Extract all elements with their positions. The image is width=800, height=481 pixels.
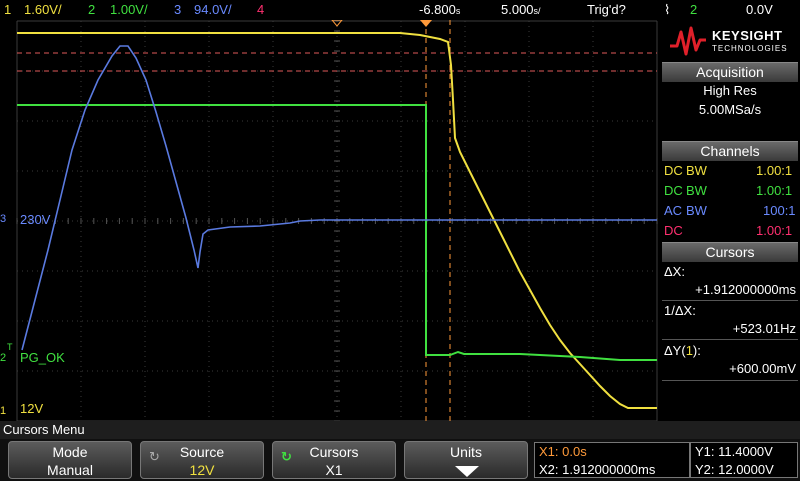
ch4-number[interactable]: 4	[257, 2, 264, 18]
trigger-level[interactable]: 0.0V	[746, 2, 773, 18]
y1-readout: Y1: 11.4000V	[695, 444, 773, 459]
x2-readout: X2: 1.912000000ms	[539, 462, 656, 477]
acquisition-header: Acquisition	[662, 62, 798, 82]
horizontal-delay[interactable]: -6.800s	[419, 2, 460, 19]
menu-title: Cursors Menu	[0, 421, 800, 439]
status-bar: 1 1.60V/ 2 1.00V/ 3 94.0V/ 4 -6.800s 5.0…	[0, 0, 800, 20]
trigger-channel[interactable]: 2	[690, 2, 697, 18]
ch2-label: PG_OK	[20, 350, 65, 365]
ch1-number[interactable]: 1	[4, 2, 11, 18]
graticule	[16, 20, 658, 422]
ch1-label: 12V	[20, 401, 43, 416]
softkey-bar: Mode Manual ↻ Source 12V ↻ Cursors X1 Un…	[0, 439, 800, 481]
cursor-x-readout: X1: 0.0s X2: 1.912000000ms	[534, 442, 690, 478]
ch3-trace	[21, 45, 657, 351]
trigger-level-marker: T	[7, 342, 13, 352]
sample-rate: 5.00MSa/s	[698, 102, 762, 117]
keysight-logo: KEYSIGHT TECHNOLOGIES	[662, 22, 798, 60]
keysight-wave-icon	[670, 26, 706, 56]
ch1-ground-marker: 1	[0, 405, 6, 417]
ch2-ground-marker: 2	[0, 352, 6, 364]
falling-edge-icon: ⌇	[664, 2, 671, 17]
y2-readout: Y2: 12.0000V	[695, 462, 774, 477]
waveform-display[interactable]: 3 2 T 1 230V PG_OK 12V	[0, 20, 660, 422]
channels-header: Channels	[662, 141, 798, 161]
x1-readout: X1: 0.0s	[539, 444, 587, 459]
inv-delta-x-value: +523.01Hz	[732, 321, 796, 336]
ch3-label: 230V	[20, 212, 51, 227]
acquisition-mode: High Res	[703, 83, 757, 98]
cursors-header: Cursors	[662, 242, 798, 262]
delta-y-value: +600.00mV	[729, 361, 796, 376]
inv-delta-x-label: 1/ΔX:	[664, 303, 696, 318]
trigger-status: Trig'd?	[587, 2, 626, 17]
cursor-y-readout: Y1: 11.4000V Y2: 12.0000V	[690, 442, 798, 478]
source-softkey[interactable]: ↻ Source 12V	[140, 441, 264, 479]
ch2-scale[interactable]: 1.00V/	[110, 2, 148, 18]
submenu-arrow-icon	[455, 466, 479, 477]
mode-softkey[interactable]: Mode Manual	[8, 441, 132, 479]
cursors-softkey[interactable]: ↻ Cursors X1	[272, 441, 396, 479]
delta-x-value: +1.912000000ms	[695, 282, 796, 297]
ch3-ground-marker: 3	[0, 213, 6, 225]
ch1-scale[interactable]: 1.60V/	[24, 2, 62, 18]
ch2-number[interactable]: 2	[88, 2, 95, 18]
ch3-number[interactable]: 3	[174, 2, 181, 18]
side-panel: KEYSIGHT TECHNOLOGIES Acquisition High R…	[660, 20, 800, 421]
units-softkey[interactable]: Units	[404, 441, 528, 479]
ch3-scale[interactable]: 94.0V/	[194, 2, 232, 18]
delta-y-label: ΔY(1):	[664, 343, 701, 358]
timebase[interactable]: 5.000s/	[501, 2, 541, 19]
delta-x-label: ΔX:	[664, 264, 685, 279]
